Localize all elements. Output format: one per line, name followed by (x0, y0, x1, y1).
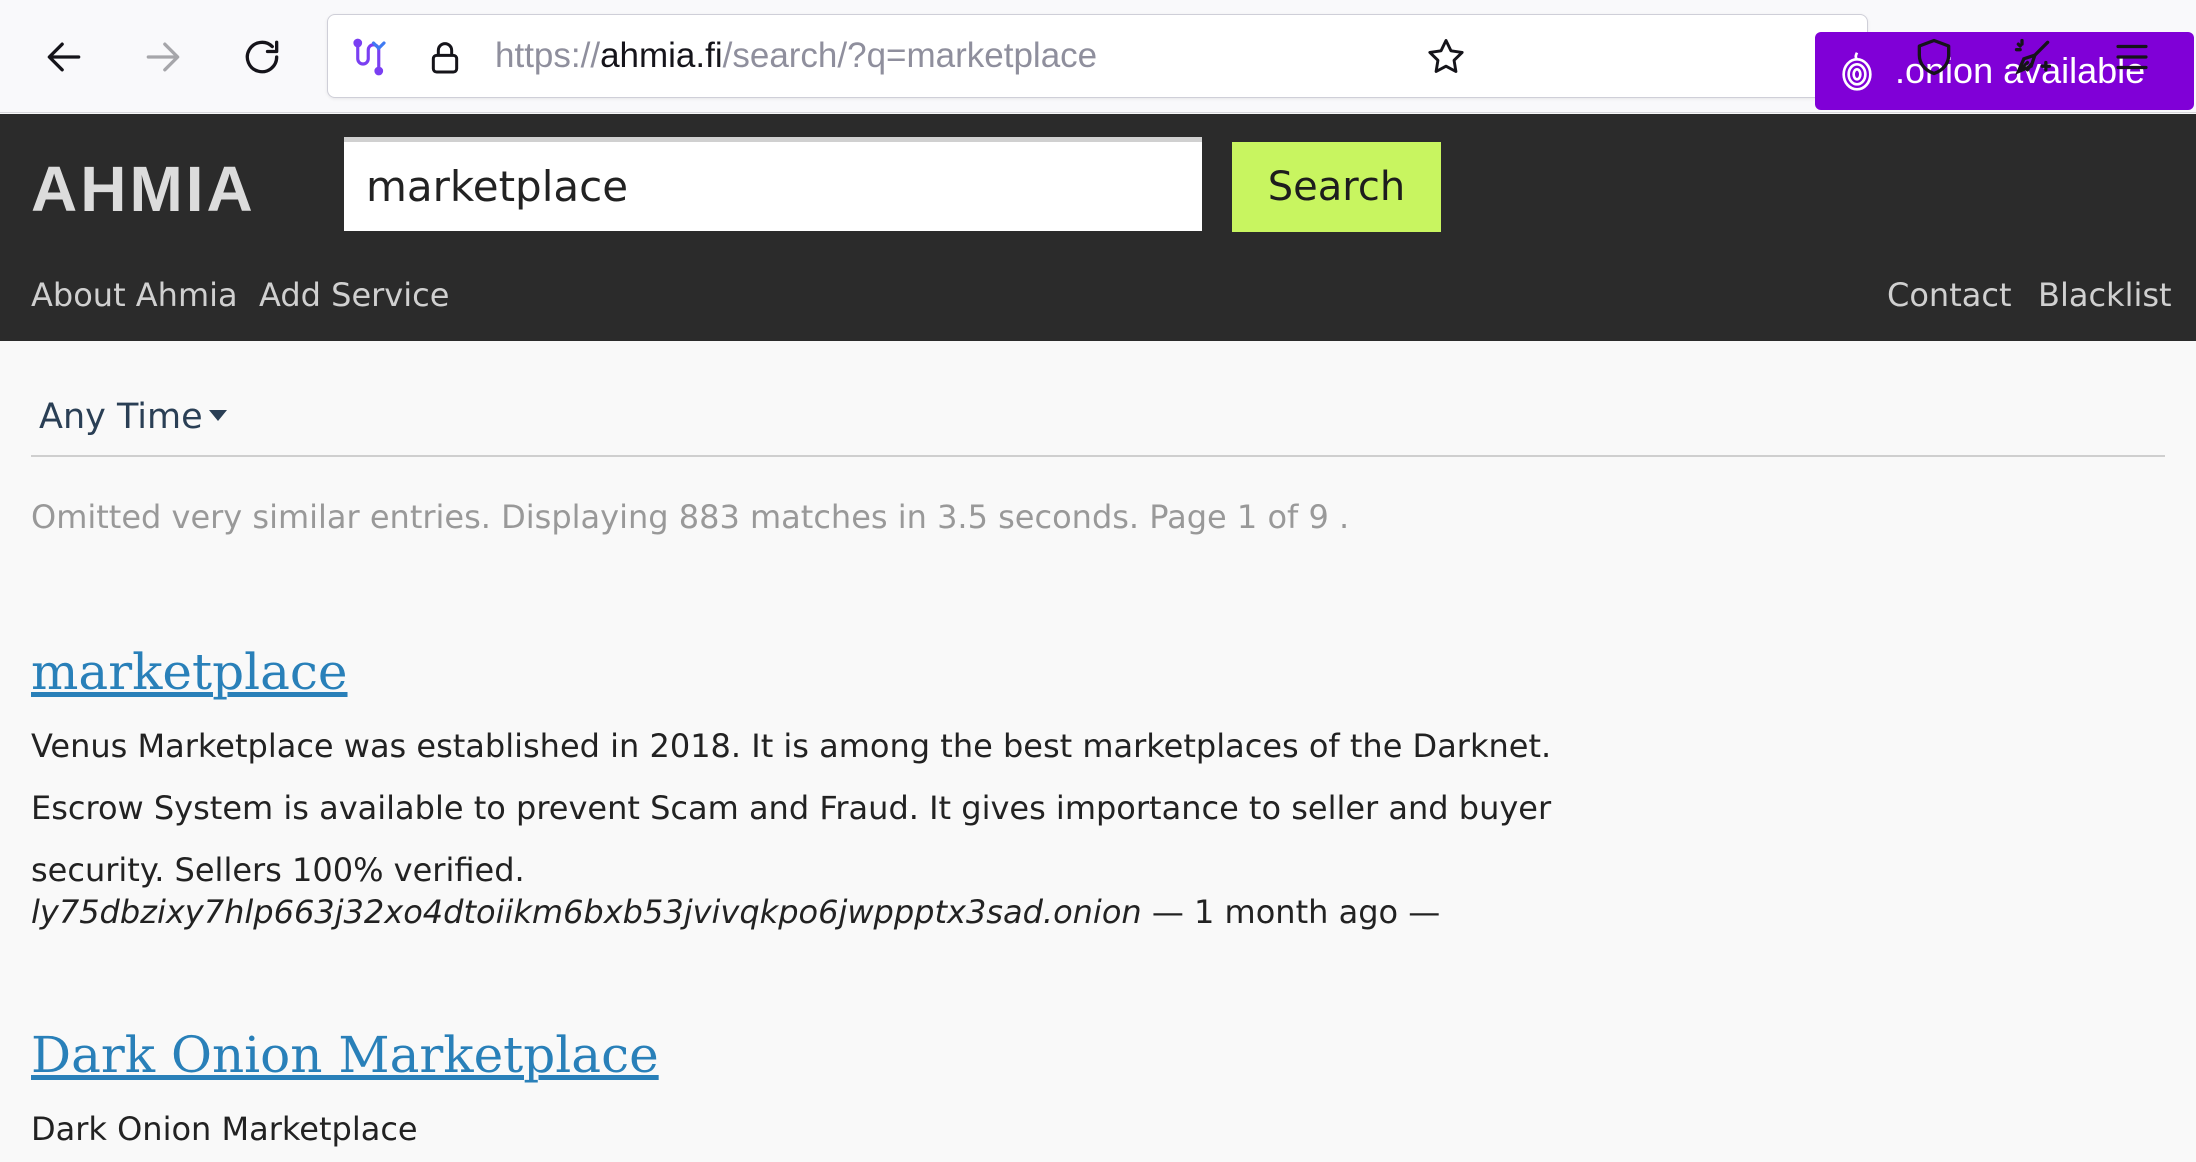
browser-toolbar: https://ahmia.fi/search/?q=marketplace .… (0, 0, 2196, 113)
padlock-icon[interactable] (423, 35, 467, 79)
reload-icon (245, 40, 279, 74)
forward-button[interactable] (128, 22, 198, 92)
result-description: Venus Marketplace was established in 201… (31, 727, 1552, 889)
nav-blacklist[interactable]: Blacklist (2038, 276, 2172, 314)
result-meta: ly75dbzixy7hlp663j32xo4dtoiikm6bxb53jviv… (31, 893, 1571, 931)
filter-divider (31, 455, 2165, 457)
forward-arrow-icon (146, 42, 180, 72)
reload-button[interactable] (227, 22, 297, 92)
result-description: Dark Onion Marketplace (31, 1110, 418, 1148)
ahmia-logo[interactable]: AHMIA (31, 152, 256, 226)
url-text[interactable]: https://ahmia.fi/search/?q=marketplace (495, 15, 1097, 97)
shield-icon (1917, 38, 1951, 76)
caret-down-icon (208, 409, 227, 421)
result-stats: Omitted very similar entries. Displaying… (31, 498, 1350, 536)
result-title-link[interactable]: marketplace (31, 643, 348, 701)
shield-button[interactable] (1899, 22, 1969, 92)
url-bar[interactable]: https://ahmia.fi/search/?q=marketplace .… (327, 14, 2194, 110)
result-age: — 1 month ago — (1141, 893, 1441, 931)
site-header: AHMIA Search About Ahmia Add Service Con… (0, 114, 2196, 341)
result-title-link[interactable]: Dark Onion Marketplace (31, 1026, 659, 1084)
search-result: marketplace Venus Marketplace was establ… (31, 643, 1571, 931)
back-button[interactable] (29, 22, 99, 92)
search-result: Dark Onion Marketplace Dark Onion Market… (31, 1026, 1571, 1160)
nav-add-service[interactable]: Add Service (259, 276, 449, 314)
onion-icon (1842, 52, 1872, 91)
back-arrow-icon (47, 42, 81, 72)
time-filter-label: Any Time (39, 397, 203, 437)
search-button[interactable]: Search (1232, 142, 1441, 232)
broom-sparkle-icon (2014, 38, 2052, 75)
time-filter-dropdown[interactable]: Any Time (39, 397, 227, 437)
nav-about-ahmia[interactable]: About Ahmia (31, 276, 238, 314)
tor-circuit-icon[interactable] (348, 35, 392, 79)
bookmark-star-icon[interactable] (1424, 35, 1468, 79)
search-input[interactable] (344, 137, 1202, 231)
result-onion-address[interactable]: ly75dbzixy7hlp663j32xo4dtoiikm6bxb53jviv… (31, 893, 1142, 931)
hamburger-menu-icon (2116, 44, 2148, 70)
nav-contact[interactable]: Contact (1887, 276, 2012, 314)
menu-button[interactable] (2097, 22, 2167, 92)
new-identity-button[interactable] (1998, 22, 2068, 92)
